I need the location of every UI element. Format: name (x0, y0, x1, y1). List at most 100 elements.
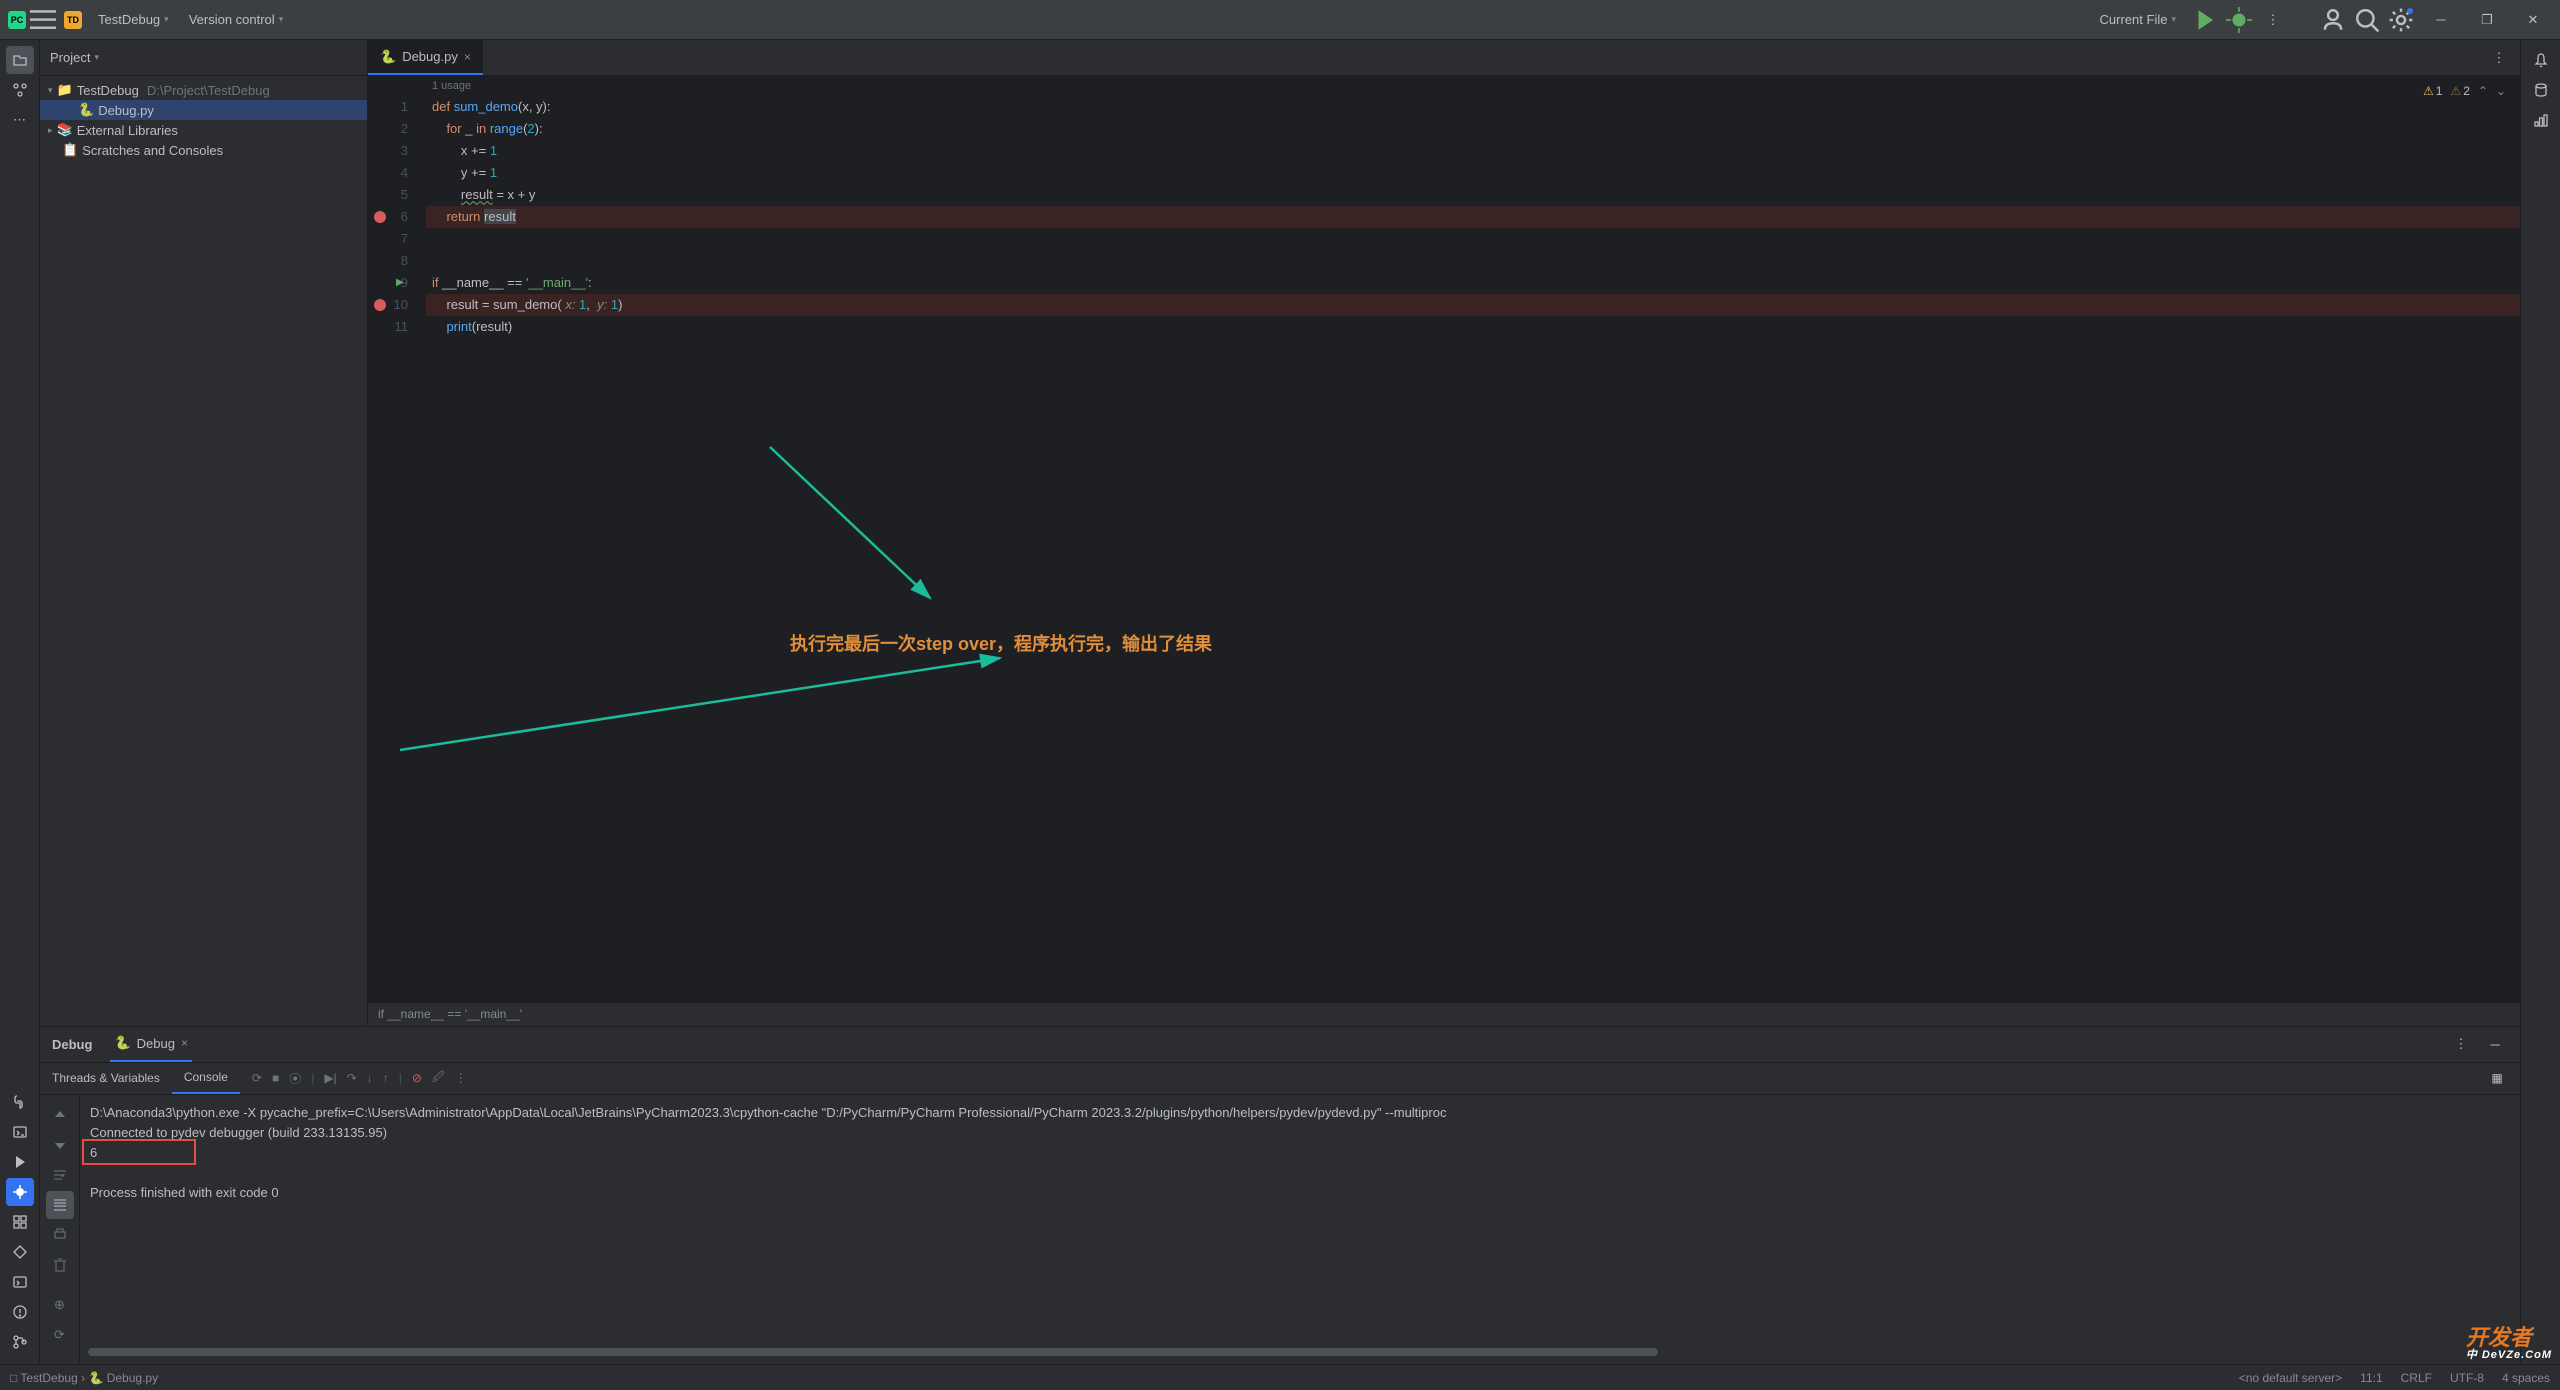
editor-more-icon[interactable]: ⋮ (2486, 45, 2512, 71)
console-tab[interactable]: Console (172, 1063, 240, 1094)
tree-scratches[interactable]: 📋 Scratches and Consoles (40, 140, 367, 160)
python-packages-button[interactable] (6, 1088, 34, 1116)
minimize-button[interactable]: ─ (2422, 6, 2460, 34)
code-with-me-icon[interactable] (2320, 7, 2346, 33)
gutter-line-bp[interactable]: 10 (368, 294, 408, 316)
tree-file-name: Debug.py (98, 103, 154, 118)
scroll-to-end-icon[interactable] (46, 1191, 74, 1219)
stop-icon[interactable]: ■ (272, 1071, 279, 1085)
new-console-icon[interactable]: ⊕ (46, 1291, 74, 1319)
status-cursor[interactable]: 11:1 (2360, 1371, 2382, 1385)
collapse-down-icon[interactable]: ⌄ (2496, 80, 2506, 102)
sciview-icon[interactable] (2527, 106, 2555, 134)
scroll-up-icon[interactable] (46, 1101, 74, 1129)
step-into-icon[interactable]: ↓ (367, 1071, 373, 1085)
maximize-button[interactable]: ❐ (2468, 6, 2506, 34)
python-console-button[interactable] (6, 1118, 34, 1146)
debug-run-tab[interactable]: 🐍 Debug × (110, 1027, 192, 1062)
debug-more-icon[interactable]: ⋮ (2448, 1031, 2474, 1057)
warnings-count: 1 (2436, 80, 2443, 102)
print-icon[interactable] (46, 1221, 74, 1249)
project-name-dropdown[interactable]: TestDebug ▾ (90, 8, 177, 31)
project-tool-button[interactable] (6, 46, 34, 74)
run-tool-button[interactable] (6, 1148, 34, 1176)
editor-body[interactable]: ⚠1 ⚠2 ⌃ ⌄ 1 2 3 4 5 6 7 8 ▶9 (368, 76, 2520, 1002)
tree-file[interactable]: 🐍 Debug.py (40, 100, 367, 120)
status-linesep[interactable]: CRLF (2401, 1371, 2432, 1385)
debug-panel-header: Debug 🐍 Debug × ⋮ ─ (40, 1027, 2520, 1063)
python-file-icon: 🐍 (78, 102, 94, 118)
scroll-down-icon[interactable] (46, 1131, 74, 1159)
vcs-tool-button[interactable] (6, 1328, 34, 1356)
breakpoint-icon[interactable] (374, 299, 386, 311)
debug-button[interactable] (2226, 7, 2252, 33)
gutter-line-bp[interactable]: 6 (368, 206, 408, 228)
clear-icon[interactable] (46, 1251, 74, 1279)
breadcrumb-bar[interactable]: if __name__ == '__main__' (368, 1002, 2520, 1026)
view-bps-icon[interactable]: ⦿ (289, 1070, 301, 1087)
chevron-down-icon: ▾ (94, 52, 99, 63)
soft-wrap-icon[interactable] (46, 1161, 74, 1189)
run-config-label: Current File (2100, 12, 2168, 27)
threads-tab[interactable]: Threads & Variables (40, 1063, 172, 1094)
problems-tool-button[interactable] (6, 1298, 34, 1326)
structure-tool-button[interactable] (6, 76, 34, 104)
debug-tool-button[interactable] (6, 1178, 34, 1206)
project-badge-icon: TD (64, 11, 82, 29)
vcs-dropdown[interactable]: Version control ▾ (181, 8, 292, 31)
resume-icon[interactable]: ▶| (324, 1071, 336, 1085)
evaluate-icon[interactable]: 🖉 (432, 1068, 445, 1089)
tree-root-name: TestDebug (77, 83, 139, 98)
gutter-line: 4 (368, 162, 408, 184)
status-indent[interactable]: 4 spaces (2502, 1371, 2550, 1385)
tree-root[interactable]: ▾ 📁 TestDebug D:\Project\TestDebug (40, 80, 367, 100)
status-encoding[interactable]: UTF-8 (2450, 1371, 2484, 1385)
console-line: Process finished with exit code 0 (90, 1183, 2510, 1203)
project-panel-header[interactable]: Project ▾ (40, 40, 367, 76)
layout-icon[interactable]: ▦ (2484, 1065, 2510, 1091)
close-button[interactable]: ✕ (2514, 6, 2552, 34)
python-file-icon: 🐍 (380, 49, 396, 65)
run-gutter-icon[interactable]: ▶ (396, 272, 404, 294)
editor-indicators[interactable]: ⚠1 ⚠2 ⌃ ⌄ (2423, 80, 2506, 102)
status-server[interactable]: <no default server> (2239, 1371, 2342, 1385)
database-icon[interactable] (2527, 76, 2555, 104)
editor-gutter[interactable]: 1 2 3 4 5 6 7 8 ▶9 10 11 (368, 76, 426, 1002)
close-tab-icon[interactable]: × (464, 50, 471, 64)
run-config-dropdown[interactable]: Current File ▾ (2092, 8, 2184, 31)
gutter-line-run[interactable]: ▶9 (368, 272, 408, 294)
more-debug-icon[interactable]: ⋮ (455, 1071, 467, 1085)
services-tool-button[interactable] (6, 1208, 34, 1236)
chevron-down-icon: ▾ (164, 14, 169, 25)
run-button[interactable] (2192, 7, 2218, 33)
settings-sync-button[interactable] (6, 1238, 34, 1266)
debug-subheader: Threads & Variables Console ⟳ ■ ⦿ | ▶| ↷… (40, 1063, 2520, 1095)
editor-area: 🐍 Debug.py × ⋮ ⚠1 ⚠2 ⌃ ⌄ (368, 40, 2520, 1026)
debug-panel-title: Debug (52, 1037, 92, 1052)
search-icon[interactable] (2354, 7, 2380, 33)
breadcrumb-status[interactable]: □ TestDebug › 🐍 Debug.py (10, 1371, 158, 1385)
usages-hint[interactable]: 1 usage (426, 76, 2520, 96)
code-content[interactable]: 1 usage def sum_demo(x, y): for _ in ran… (426, 76, 2520, 1002)
rerun-icon[interactable]: ⟳ (252, 1071, 262, 1085)
more-tool-button[interactable]: ⋯ (6, 106, 34, 134)
step-out-icon[interactable]: ↑ (383, 1071, 389, 1085)
collapse-up-icon[interactable]: ⌃ (2478, 80, 2488, 102)
title-bar: PC TD TestDebug ▾ Version control ▾ Curr… (0, 0, 2560, 40)
console-output[interactable]: D:\Anaconda3\python.exe -X pycache_prefi… (80, 1095, 2520, 1364)
step-over-icon[interactable]: ↷ (347, 1071, 357, 1085)
more-actions-icon[interactable]: ⋮ (2260, 7, 2286, 33)
restart-icon[interactable]: ⟳ (46, 1321, 74, 1349)
left-tool-stripe: ⋯ (0, 40, 40, 1364)
main-menu-icon[interactable] (30, 7, 56, 33)
editor-tab[interactable]: 🐍 Debug.py × (368, 40, 483, 75)
tree-ext-libs[interactable]: ▸ 📚 External Libraries (40, 120, 367, 140)
terminal-tool-button[interactable] (6, 1268, 34, 1296)
close-tab-icon[interactable]: × (181, 1036, 188, 1050)
mute-bps-icon[interactable]: ⊘ (412, 1071, 422, 1085)
horizontal-scrollbar[interactable] (88, 1346, 2504, 1358)
notifications-icon[interactable] (2527, 46, 2555, 74)
debug-hide-icon[interactable]: ─ (2482, 1031, 2508, 1057)
breakpoint-icon[interactable] (374, 211, 386, 223)
settings-icon[interactable] (2388, 7, 2414, 33)
